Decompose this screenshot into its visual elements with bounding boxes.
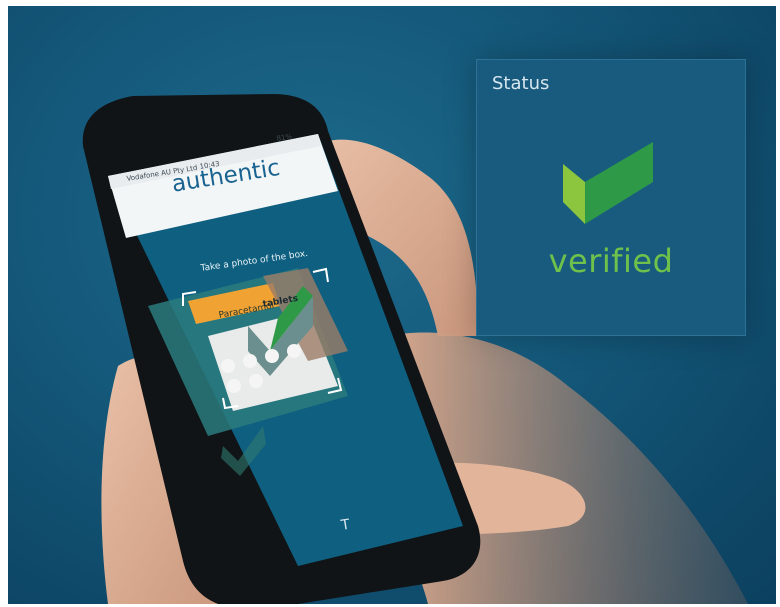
checkmark-icon xyxy=(563,142,653,224)
status-label: Status xyxy=(492,73,550,94)
photo-scene: Status verified xyxy=(8,6,776,604)
status-text: verified xyxy=(548,242,674,280)
capture-button-label[interactable]: T xyxy=(340,517,351,534)
status-card: Status verified xyxy=(476,59,746,336)
